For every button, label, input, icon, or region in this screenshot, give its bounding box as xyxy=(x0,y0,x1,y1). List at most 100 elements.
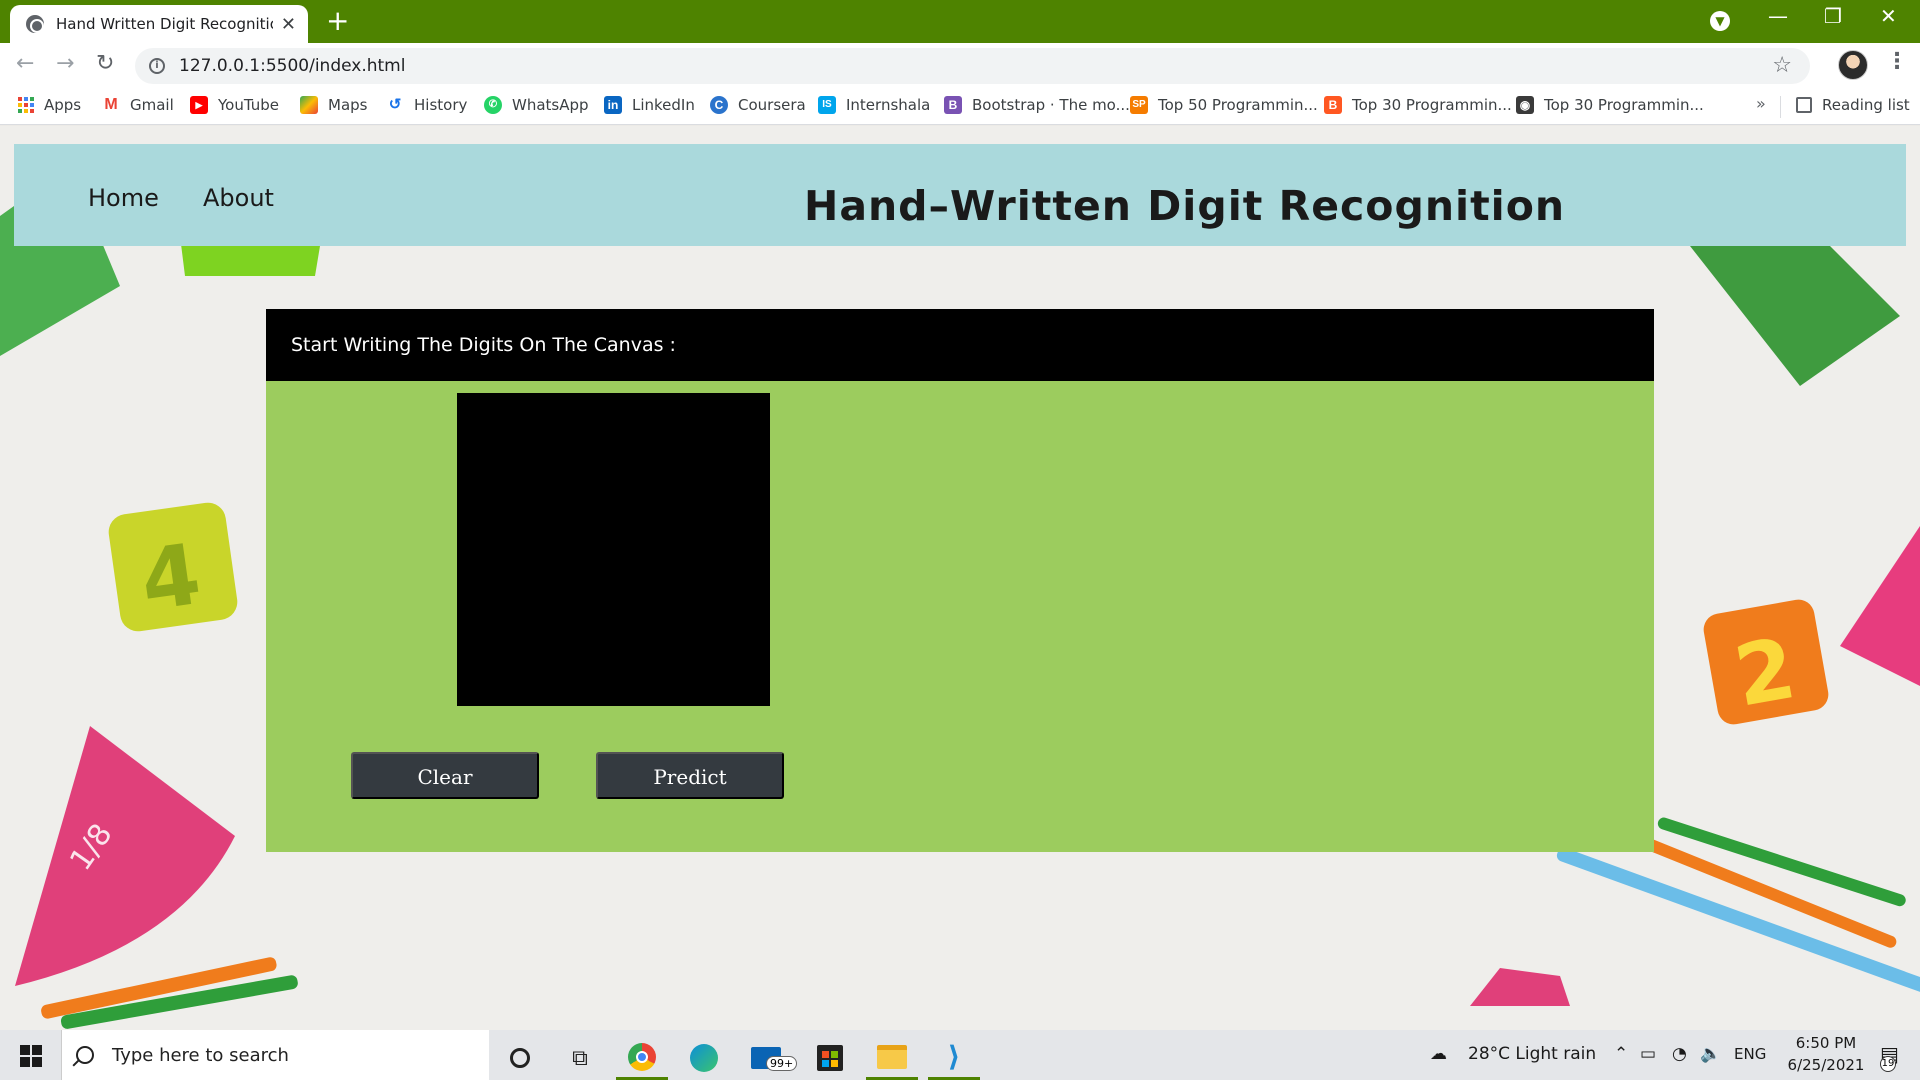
vscode-icon[interactable]: ⟩ xyxy=(928,1036,980,1080)
bookmark-label: Top 30 Programmin... xyxy=(1352,96,1512,114)
apps-grid-icon xyxy=(18,97,34,113)
windows-taskbar: Type here to search ⧉ 99+ ⟩ ☁ 28°C Light… xyxy=(0,1030,1920,1080)
close-tab-icon[interactable]: ✕ xyxy=(281,14,296,35)
site-icon: ◉ xyxy=(1516,96,1534,114)
minimize-icon[interactable]: — xyxy=(1768,4,1788,28)
chevron-down-icon[interactable]: ▼ xyxy=(1710,11,1730,31)
browser-tab-strip: Hand Written Digit Recognition u ✕ + ▼ —… xyxy=(0,0,1920,43)
reading-list-icon xyxy=(1796,97,1812,113)
taskbar-search[interactable]: Type here to search xyxy=(61,1030,489,1080)
page-viewport: 4 2 1/8 Home About Hand–Written Digit Re… xyxy=(0,126,1920,1030)
bookmark-star-icon[interactable]: ☆ xyxy=(1772,53,1792,78)
search-placeholder: Type here to search xyxy=(112,1044,289,1066)
gmail-icon: M xyxy=(104,96,118,113)
bookmark-top30-b[interactable]: ◉ Top 30 Programmin... xyxy=(1516,96,1704,114)
weather-icon[interactable]: ☁ xyxy=(1430,1044,1447,1064)
url-text[interactable]: 127.0.0.1:5500/index.html xyxy=(179,56,405,76)
clock-time[interactable]: 6:50 PM xyxy=(1786,1034,1866,1052)
bookmark-top50[interactable]: SP Top 50 Programmin... xyxy=(1130,96,1318,114)
tab-title: Hand Written Digit Recognition u xyxy=(56,15,273,33)
bookmarks-bar: Apps M Gmail ▶ YouTube Maps ↺ History ✆ … xyxy=(0,88,1920,125)
mail-icon[interactable]: 99+ xyxy=(740,1036,798,1080)
bookmark-bootstrap[interactable]: B Bootstrap · The mo... xyxy=(944,96,1130,114)
page-title: Hand–Written Digit Recognition xyxy=(804,182,1566,230)
reading-list-button[interactable]: Reading list xyxy=(1796,96,1910,114)
bookmark-label: Maps xyxy=(328,96,368,114)
restore-icon[interactable]: ❐ xyxy=(1824,4,1842,28)
weather-text[interactable]: 28°C Light rain xyxy=(1468,1044,1596,1064)
drawing-canvas[interactable] xyxy=(457,393,770,706)
clock-date[interactable]: 6/25/2021 xyxy=(1776,1056,1876,1074)
bookmark-label: WhatsApp xyxy=(512,96,589,114)
bookmark-label: Top 50 Programmin... xyxy=(1158,96,1318,114)
new-tab-icon[interactable]: + xyxy=(326,6,349,36)
volume-icon[interactable]: 🔈 xyxy=(1700,1044,1721,1064)
profile-avatar[interactable] xyxy=(1838,50,1868,80)
bookmark-label: Internshala xyxy=(846,96,931,114)
globe-icon xyxy=(26,15,44,33)
divider xyxy=(1780,96,1781,118)
chrome-taskbar-icon[interactable] xyxy=(616,1036,668,1080)
file-explorer-icon[interactable] xyxy=(866,1036,918,1080)
youtube-icon: ▶ xyxy=(190,96,208,114)
reading-list-label: Reading list xyxy=(1822,96,1910,114)
cortana-icon[interactable] xyxy=(494,1036,546,1080)
maps-icon xyxy=(300,96,318,114)
bookmark-apps[interactable]: Apps xyxy=(18,96,81,114)
internshala-icon: IS xyxy=(818,96,836,114)
mail-badge: 99+ xyxy=(766,1056,798,1071)
bootstrap-icon: B xyxy=(944,96,962,114)
nav-link-home[interactable]: Home xyxy=(88,184,159,212)
linkedin-icon: in xyxy=(604,96,622,114)
bookmark-coursera[interactable]: C Coursera xyxy=(710,96,806,114)
whatsapp-icon: ✆ xyxy=(484,96,502,114)
nav-link-about[interactable]: About xyxy=(203,184,274,212)
site-navbar: Home About Hand–Written Digit Recognitio… xyxy=(14,144,1906,246)
sp-icon: SP xyxy=(1130,96,1148,114)
blogger-icon: B xyxy=(1324,96,1342,114)
forward-icon[interactable]: → xyxy=(56,51,74,76)
coursera-icon: C xyxy=(710,96,728,114)
bookmark-label: Gmail xyxy=(130,96,174,114)
clear-button[interactable]: Clear xyxy=(351,752,539,799)
back-icon[interactable]: ← xyxy=(16,51,34,76)
history-icon: ↺ xyxy=(388,96,402,113)
task-view-icon[interactable]: ⧉ xyxy=(554,1036,606,1080)
windows-start-icon[interactable] xyxy=(20,1045,42,1067)
bookmark-label: Apps xyxy=(44,96,82,114)
language-indicator[interactable]: ENG xyxy=(1734,1045,1766,1063)
bookmark-label: Coursera xyxy=(738,96,806,114)
bookmark-maps[interactable]: Maps xyxy=(300,96,367,114)
wifi-icon[interactable]: ◔ xyxy=(1672,1044,1687,1064)
digit-panel: Start Writing The Digits On The Canvas :… xyxy=(266,309,1654,852)
chevron-up-icon[interactable]: ⌃ xyxy=(1614,1044,1628,1064)
more-bookmarks-icon[interactable]: » xyxy=(1756,94,1766,113)
bookmark-label: YouTube xyxy=(218,96,279,114)
info-icon[interactable]: i xyxy=(149,58,165,74)
predict-button[interactable]: Predict xyxy=(596,752,784,799)
bookmark-top30-a[interactable]: B Top 30 Programmin... xyxy=(1324,96,1512,114)
bookmark-linkedin[interactable]: in LinkedIn xyxy=(604,96,695,114)
notification-count: 19 xyxy=(1880,1056,1896,1072)
address-bar[interactable]: i 127.0.0.1:5500/index.html ☆ xyxy=(135,48,1810,84)
bookmark-label: Bootstrap · The mo... xyxy=(972,96,1130,114)
browser-toolbar: ← → ↻ i 127.0.0.1:5500/index.html ☆ ⋮ xyxy=(0,43,1920,88)
browser-tab[interactable]: Hand Written Digit Recognition u ✕ xyxy=(10,5,308,43)
close-window-icon[interactable]: ✕ xyxy=(1880,4,1897,28)
edge-icon[interactable] xyxy=(678,1036,730,1080)
panel-header: Start Writing The Digits On The Canvas : xyxy=(266,309,1654,381)
bookmark-gmail[interactable]: M Gmail xyxy=(102,96,174,114)
bookmark-history[interactable]: ↺ History xyxy=(386,96,468,114)
bookmark-label: History xyxy=(414,96,468,114)
menu-dots-icon[interactable]: ⋮ xyxy=(1886,49,1908,74)
battery-icon[interactable]: ▭ xyxy=(1640,1044,1656,1064)
bookmark-label: Top 30 Programmin... xyxy=(1544,96,1704,114)
bookmark-internshala[interactable]: IS Internshala xyxy=(818,96,930,114)
bookmark-youtube[interactable]: ▶ YouTube xyxy=(190,96,279,114)
search-icon xyxy=(76,1046,94,1064)
reload-icon[interactable]: ↻ xyxy=(96,51,114,76)
bookmark-whatsapp[interactable]: ✆ WhatsApp xyxy=(484,96,589,114)
store-icon[interactable] xyxy=(804,1036,856,1080)
panel-heading: Start Writing The Digits On The Canvas : xyxy=(291,334,676,356)
bookmark-label: LinkedIn xyxy=(632,96,695,114)
